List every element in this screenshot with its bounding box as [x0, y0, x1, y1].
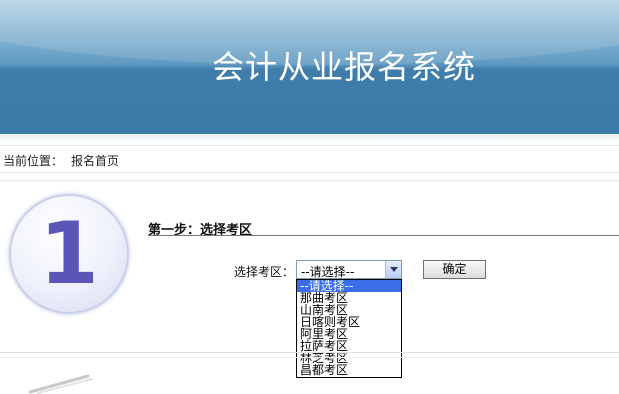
- dropdown-option[interactable]: 昌都考区: [297, 364, 401, 376]
- decorative-pen-icon: [28, 374, 93, 394]
- exam-area-dropdown-list[interactable]: --请选择-- 那曲考区 山南考区 日喀则考区 阿里考区 拉萨考区 林芝考区 昌都考区: [296, 279, 402, 378]
- dropdown-option[interactable]: 那曲考区: [297, 292, 401, 304]
- divider: [0, 352, 619, 353]
- dropdown-option[interactable]: 日喀则考区: [297, 316, 401, 328]
- divider: [0, 180, 619, 181]
- chevron-down-icon[interactable]: [385, 261, 401, 278]
- divider: [0, 357, 619, 358]
- header-banner: 会计从业报名系统: [0, 0, 619, 134]
- breadcrumb: 当前位置： 报名首页: [0, 145, 619, 173]
- dropdown-option[interactable]: 山南考区: [297, 304, 401, 316]
- step-number-icon: 1: [9, 194, 129, 314]
- breadcrumb-label: 当前位置：: [3, 154, 64, 168]
- dropdown-option[interactable]: --请选择--: [297, 280, 401, 292]
- exam-area-select-value: --请选择--: [301, 265, 355, 279]
- dropdown-option[interactable]: 林芝考区: [297, 352, 401, 364]
- breadcrumb-current[interactable]: 报名首页: [71, 152, 119, 169]
- exam-area-select[interactable]: --请选择--: [296, 260, 402, 279]
- banner-shadow: [0, 134, 619, 142]
- exam-area-label: 选择考区：: [234, 265, 295, 279]
- dropdown-option[interactable]: 拉萨考区: [297, 340, 401, 352]
- step-title-underline: [148, 235, 619, 236]
- step-number: 1: [39, 204, 99, 304]
- dropdown-option[interactable]: 阿里考区: [297, 328, 401, 340]
- confirm-button[interactable]: 确定: [423, 260, 486, 279]
- site-title: 会计从业报名系统: [212, 48, 477, 86]
